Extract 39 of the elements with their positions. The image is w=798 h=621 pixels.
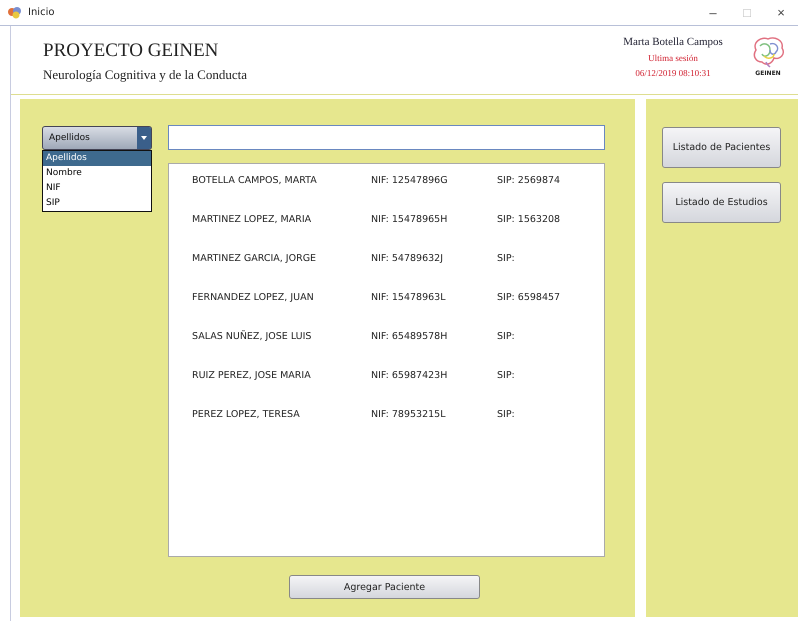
dropdown-option[interactable]: NIF (43, 181, 151, 196)
filter-dropdown[interactable]: Apellidos (42, 126, 152, 150)
dropdown-option[interactable]: Apellidos (43, 151, 151, 166)
patient-name[interactable]: SALAS NUÑEZ, JOSE LUIS (169, 331, 371, 370)
app-subtitle: Neurología Cognitiva y de la Conducta (43, 67, 248, 83)
app-title: PROYECTO GEINEN (43, 40, 220, 62)
patient-sip: SIP: (497, 331, 515, 344)
caret-icon (141, 136, 147, 140)
patient-sip: SIP: (497, 409, 515, 422)
patient-nif: NIF: 65987423H (371, 370, 448, 383)
dropdown-option[interactable]: SIP (43, 196, 151, 211)
patient-name[interactable]: FERNANDEZ LOPEZ, JUAN (169, 292, 371, 331)
patient-nif: NIF: 78953215L (371, 409, 447, 422)
patient-nif: NIF: 65489578H (371, 331, 448, 344)
patient-name[interactable]: BOTELLA CAMPOS, MARTA (169, 175, 371, 214)
close-button[interactable]: × (764, 0, 798, 26)
patient-name[interactable]: PEREZ LOPEZ, TERESA (169, 409, 371, 448)
search-field[interactable] (168, 125, 605, 150)
patient-sip: SIP: 6598457 (497, 292, 560, 305)
patient-sip: SIP: (497, 370, 515, 383)
patient-sip: SIP: 1563208 (497, 214, 560, 227)
patient-sip: SIP: (497, 253, 515, 266)
window-title: Inicio (28, 7, 54, 18)
list-button[interactable]: Listado de Estudios (662, 182, 781, 223)
add-patient-button[interactable]: Agregar Paciente (289, 575, 480, 599)
dropdown-option[interactable]: Nombre (43, 166, 151, 181)
user-name: Marta Botella Campos (622, 36, 724, 48)
session-label: Ultima sesión (647, 53, 699, 63)
patient-nif: NIF: 15478965H (371, 214, 448, 227)
patient-nif: NIF: 54789632J (371, 253, 444, 266)
patient-nif: NIF: 12547896G (371, 175, 449, 188)
minimize-button[interactable]: – (696, 0, 730, 26)
patient-sip: SIP: 2569874 (497, 175, 560, 188)
list-button[interactable]: Listado de Pacientes (662, 127, 781, 168)
patient-nif: NIF: 15478963L (371, 292, 447, 305)
patient-name[interactable]: RUIZ PEREZ, JOSE MARIA (169, 370, 371, 409)
session-time: 06/12/2019 08:10:31 (634, 68, 712, 78)
patient-name[interactable]: MARTINEZ LOPEZ, MARIA (169, 214, 371, 253)
patient-name[interactable]: MARTINEZ GARCIA, JORGE (169, 253, 371, 292)
